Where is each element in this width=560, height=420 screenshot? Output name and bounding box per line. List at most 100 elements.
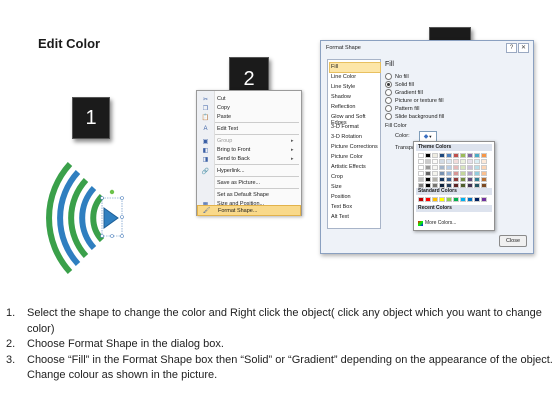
color-swatch[interactable] (474, 171, 480, 176)
color-swatch[interactable] (432, 153, 438, 158)
color-swatch[interactable] (460, 153, 466, 158)
category-fill[interactable]: Fill (331, 64, 338, 70)
color-swatch[interactable] (418, 165, 424, 170)
category-crop[interactable]: Crop (331, 174, 343, 180)
theme-color-grid (418, 153, 487, 188)
color-swatch[interactable] (481, 197, 487, 202)
color-swatch[interactable] (460, 171, 466, 176)
more-colors-link[interactable]: More Colors... (418, 220, 456, 226)
category-shadow[interactable]: Shadow (331, 94, 351, 100)
color-swatch[interactable] (474, 177, 480, 182)
category-text-box[interactable]: Text Box (331, 204, 352, 210)
category-line-style[interactable]: Line Style (331, 84, 355, 90)
category-3d-format[interactable]: 3-D Format (331, 124, 359, 130)
color-swatch[interactable] (418, 153, 424, 158)
color-swatch[interactable] (467, 197, 473, 202)
color-swatch[interactable] (418, 159, 424, 164)
color-swatch[interactable] (432, 159, 438, 164)
hyperlink-icon: 🔗 (201, 168, 210, 175)
color-swatch[interactable] (432, 171, 438, 176)
menu-item-edit-text[interactable]: A Edit Text (197, 124, 301, 134)
color-swatch[interactable] (460, 159, 466, 164)
category-position[interactable]: Position (331, 194, 351, 200)
color-swatch[interactable] (446, 165, 452, 170)
color-swatch[interactable] (453, 171, 459, 176)
color-swatch[interactable] (425, 165, 431, 170)
color-swatch[interactable] (425, 177, 431, 182)
color-swatch[interactable] (481, 159, 487, 164)
color-swatch[interactable] (432, 197, 438, 202)
category-picture-color[interactable]: Picture Color (331, 154, 363, 160)
menu-item-save-as-picture[interactable]: Save as Picture... (197, 178, 301, 188)
color-swatch[interactable] (446, 159, 452, 164)
menu-item-format-shape[interactable]: 🖌 Format Shape... (197, 205, 301, 216)
color-swatch[interactable] (439, 159, 445, 164)
category-3d-rotation[interactable]: 3-D Rotation (331, 134, 362, 140)
category-alt-text[interactable]: Alt Text (331, 214, 349, 220)
menu-separator (215, 164, 299, 165)
color-swatch[interactable] (418, 177, 424, 182)
color-swatch[interactable] (467, 153, 473, 158)
color-swatch[interactable] (474, 153, 480, 158)
color-swatch[interactable] (460, 177, 466, 182)
color-swatch[interactable] (467, 171, 473, 176)
radio-picture-fill[interactable]: Picture or texture fill (385, 97, 444, 104)
category-line-color[interactable]: Line Color (331, 74, 356, 80)
color-swatch[interactable] (467, 159, 473, 164)
color-swatch[interactable] (453, 159, 459, 164)
color-swatch[interactable] (439, 171, 445, 176)
color-swatch[interactable] (481, 177, 487, 182)
color-swatch[interactable] (425, 153, 431, 158)
color-swatch[interactable] (446, 197, 452, 202)
color-swatch[interactable] (474, 159, 480, 164)
color-swatch[interactable] (439, 197, 445, 202)
dialog-title: Format Shape (326, 45, 361, 51)
radio-no-fill[interactable]: No fill (385, 73, 409, 80)
category-artistic-effects[interactable]: Artistic Effects (331, 164, 366, 170)
color-swatch[interactable] (432, 165, 438, 170)
step-1-badge: 1 (72, 97, 110, 139)
color-swatch[interactable] (446, 171, 452, 176)
color-swatch[interactable] (439, 153, 445, 158)
color-swatch[interactable] (446, 177, 452, 182)
color-swatch[interactable] (460, 165, 466, 170)
color-swatch[interactable] (481, 171, 487, 176)
color-swatch[interactable] (481, 165, 487, 170)
menu-item-hyperlink[interactable]: 🔗 Hyperlink... (197, 166, 301, 176)
close-button[interactable]: Close (499, 235, 527, 247)
color-swatch[interactable] (460, 197, 466, 202)
color-swatch[interactable] (453, 165, 459, 170)
menu-item-send-to-back[interactable]: ◨ Send to Back ▸ (197, 154, 301, 164)
color-swatch[interactable] (467, 177, 473, 182)
page-title: Edit Color (38, 36, 101, 51)
color-swatch[interactable] (432, 177, 438, 182)
color-swatch[interactable] (453, 197, 459, 202)
instructions: 1. Select the shape to change the color … (6, 306, 554, 384)
color-swatch[interactable] (474, 197, 480, 202)
color-swatch[interactable] (474, 165, 480, 170)
arc-shape[interactable] (38, 158, 138, 278)
color-swatch[interactable] (481, 153, 487, 158)
menu-item-paste[interactable]: 📋 Paste (197, 112, 301, 122)
color-swatch[interactable] (453, 153, 459, 158)
category-picture-corrections[interactable]: Picture Corrections (331, 144, 378, 150)
color-swatch[interactable] (418, 197, 424, 202)
color-swatch[interactable] (425, 197, 431, 202)
category-size[interactable]: Size (331, 184, 342, 190)
radio-slide-background-fill[interactable]: Slide background fill (385, 113, 444, 120)
color-swatch[interactable] (425, 159, 431, 164)
color-swatch[interactable] (418, 171, 424, 176)
color-swatch[interactable] (439, 177, 445, 182)
color-swatch[interactable] (453, 177, 459, 182)
category-reflection[interactable]: Reflection (331, 104, 355, 110)
radio-solid-fill[interactable]: Solid fill (385, 81, 414, 88)
radio-pattern-fill[interactable]: Pattern fill (385, 105, 419, 112)
color-swatch[interactable] (425, 171, 431, 176)
radio-gradient-fill[interactable]: Gradient fill (385, 89, 423, 96)
color-swatch[interactable] (467, 165, 473, 170)
menu-separator (215, 176, 299, 177)
color-swatch[interactable] (446, 153, 452, 158)
color-swatch[interactable] (439, 165, 445, 170)
close-icon[interactable]: ✕ (518, 43, 529, 53)
help-icon[interactable]: ? (506, 43, 517, 53)
